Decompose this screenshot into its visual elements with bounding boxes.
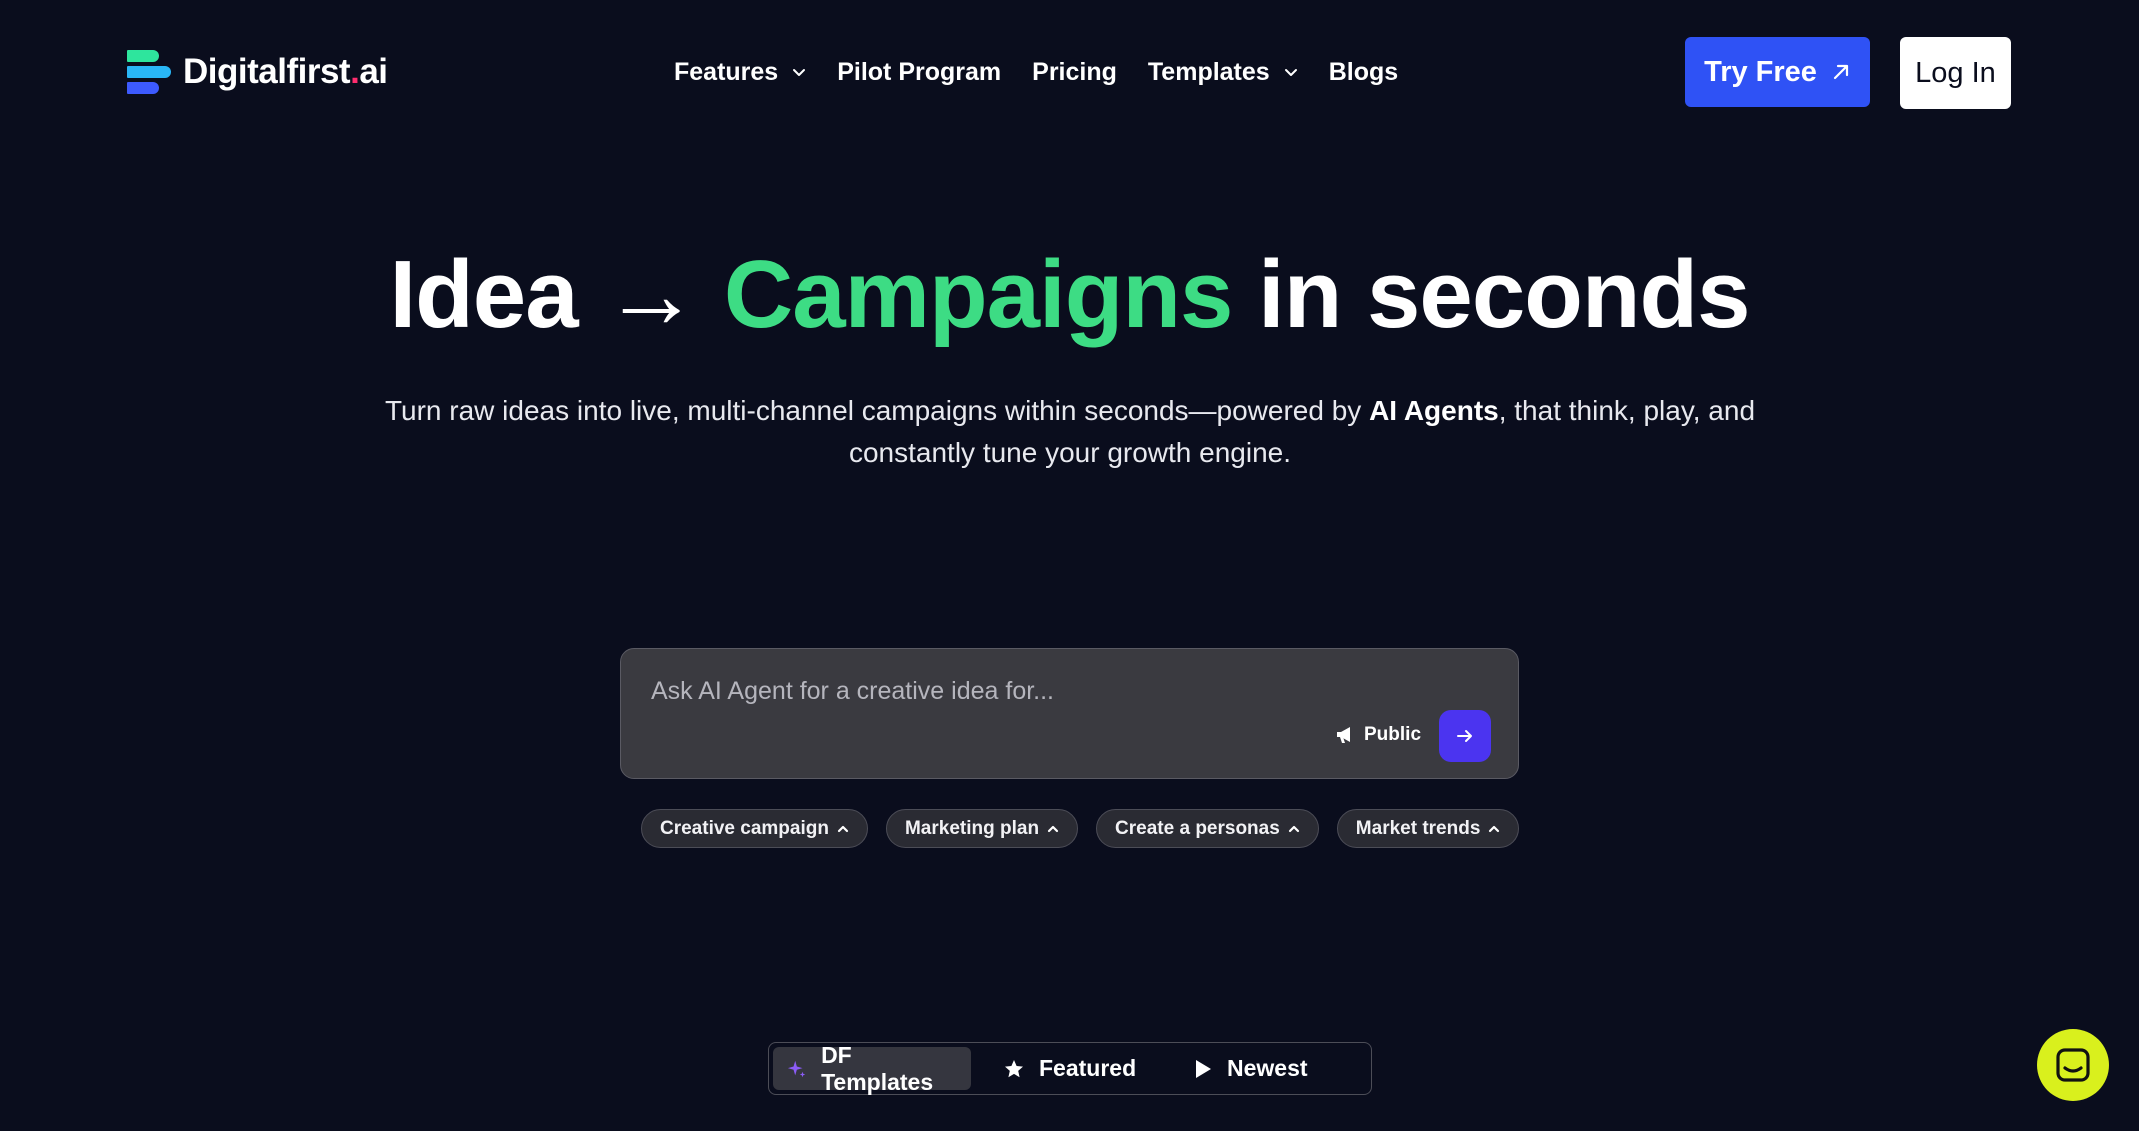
prompt-input[interactable] — [651, 671, 1451, 711]
try-free-label: Try Free — [1704, 55, 1817, 88]
try-free-button[interactable]: Try Free — [1685, 37, 1870, 107]
arrow-right-icon — [1457, 730, 1472, 742]
chip-label: Create a personas — [1115, 817, 1280, 839]
chip-marketing-plan[interactable]: Marketing plan — [885, 809, 1079, 848]
hero-title-accent: Campaigns — [723, 241, 1233, 348]
arrow-up-right-icon — [1833, 64, 1849, 80]
main-nav: Features Pilot Program Pricing Templates… — [674, 52, 1398, 92]
hero-title: Idea → Campaigns in seconds — [389, 241, 1750, 348]
chevron-down-icon — [1284, 69, 1297, 76]
landing-page: Digitalfirst.ai Features Pilot Program P… — [0, 0, 2139, 1131]
logo-mark-icon — [127, 49, 171, 95]
sparkle-icon — [787, 1060, 806, 1077]
nav-item-label: Blogs — [1328, 57, 1399, 86]
play-icon — [1196, 1059, 1211, 1078]
suggestion-chips: Creative campaign Marketing plan Create … — [641, 809, 1520, 848]
chevron-up-icon — [1047, 825, 1059, 832]
chat-launcher-button[interactable] — [2037, 1029, 2109, 1101]
visibility-toggle[interactable]: Public — [1336, 724, 1421, 746]
chip-market-trends[interactable]: Market trends — [1336, 809, 1520, 848]
tab-label: Featured — [1039, 1055, 1137, 1081]
chat-icon — [2056, 1048, 2090, 1082]
nav-item-pilot-program[interactable]: Pilot Program — [837, 58, 1001, 87]
nav-item-label: Pilot Program — [837, 57, 1002, 86]
tab-newest[interactable]: Newest — [1193, 1047, 1353, 1090]
nav-item-pricing[interactable]: Pricing — [1032, 58, 1117, 87]
nav-item-features[interactable]: Features — [674, 58, 806, 87]
hero-subtitle-bold: AI Agents — [1369, 395, 1499, 426]
chip-create-personas[interactable]: Create a personas — [1096, 809, 1319, 848]
tab-label: Newest — [1227, 1055, 1308, 1081]
nav-item-templates[interactable]: Templates — [1148, 58, 1298, 87]
chip-label: Marketing plan — [904, 817, 1040, 839]
hero-subtitle: Turn raw ideas into live, multi-channel … — [384, 395, 1756, 468]
chip-label: Market trends — [1355, 817, 1481, 839]
star-icon — [1005, 1059, 1023, 1077]
chevron-up-icon — [1489, 825, 1500, 832]
tab-df-templates[interactable]: DF Templates — [773, 1042, 971, 1095]
tab-featured[interactable]: Featured — [1003, 1047, 1173, 1090]
template-tabs: DF Templates Featured Newest — [768, 1042, 1372, 1095]
nav-item-blogs[interactable]: Blogs — [1329, 58, 1398, 87]
chip-creative-campaign[interactable]: Creative campaign — [641, 809, 868, 848]
login-button[interactable]: Log In — [1900, 37, 2011, 109]
megaphone-icon — [1337, 727, 1350, 743]
nav-item-label: Features — [674, 57, 779, 86]
tab-label: DF Templates — [821, 1041, 934, 1095]
brand-logo[interactable]: Digitalfirst.ai — [127, 49, 388, 95]
brand-name: Digitalfirst.ai — [183, 52, 388, 91]
visibility-label: Public — [1364, 724, 1422, 745]
prompt-box: Public — [620, 648, 1519, 779]
chevron-up-icon — [837, 825, 849, 832]
nav-item-label: Pricing — [1032, 57, 1117, 86]
chevron-up-icon — [1288, 825, 1299, 832]
nav-item-label: Templates — [1147, 57, 1270, 86]
login-label: Log In — [1915, 56, 1996, 89]
send-button[interactable] — [1439, 710, 1491, 762]
chip-label: Creative campaign — [660, 817, 829, 839]
chevron-down-icon — [793, 69, 806, 76]
